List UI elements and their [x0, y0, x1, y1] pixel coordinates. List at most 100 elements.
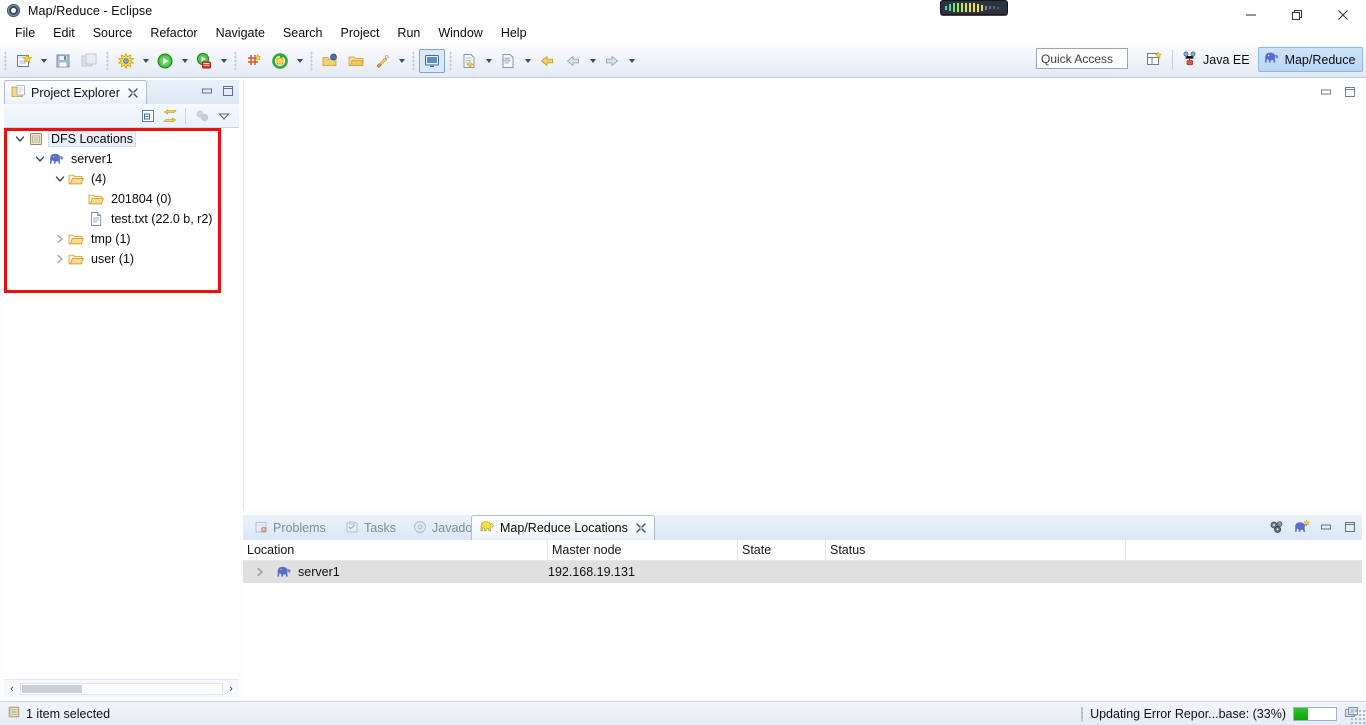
editor-maximize-button[interactable]: [1340, 83, 1359, 101]
eclipse-window: Map/Reduce - Eclipse File Edit Source Re…: [0, 0, 1366, 725]
menu-search[interactable]: Search: [274, 24, 332, 42]
terminal-icon[interactable]: [419, 48, 445, 73]
run-server-dropdown-arrow[interactable]: [217, 49, 230, 73]
chevron-right-icon[interactable]: [52, 231, 68, 247]
column-master-node[interactable]: Master node: [548, 540, 738, 560]
menu-run[interactable]: Run: [388, 24, 429, 42]
back-icon[interactable]: [534, 49, 560, 73]
new-wizard-dropdown-arrow[interactable]: [37, 49, 50, 73]
perspective-java-ee[interactable]: Java EE: [1177, 47, 1258, 72]
tree-item-dfs-locations[interactable]: DFS Locations: [12, 129, 136, 149]
open-type-icon[interactable]: [317, 49, 343, 73]
tree-item-test-txt[interactable]: test.txt (22.0 b, r2): [72, 209, 215, 229]
quick-fix-icon[interactable]: [369, 49, 395, 73]
debug-icon[interactable]: [113, 49, 139, 73]
file-icon: [88, 211, 104, 227]
run-dropdown-arrow[interactable]: [178, 49, 191, 73]
chevron-right-icon[interactable]: [52, 251, 68, 267]
close-icon[interactable]: [127, 87, 139, 99]
row-twisty[interactable]: [255, 567, 265, 577]
tree-label-server1: server1: [71, 152, 113, 166]
title-bar: Map/Reduce - Eclipse: [0, 0, 1366, 22]
run-icon[interactable]: [152, 49, 178, 73]
tree-item-201804[interactable]: 201804 (0): [72, 189, 174, 209]
menu-project[interactable]: Project: [332, 24, 389, 42]
menu-window[interactable]: Window: [429, 24, 491, 42]
bottom-minimize-button[interactable]: [1316, 518, 1335, 536]
new-wizard-icon[interactable]: [11, 49, 37, 73]
back-history-icon[interactable]: [560, 49, 586, 73]
chevron-down-icon[interactable]: [52, 171, 68, 187]
view-minimize-button[interactable]: [197, 82, 216, 100]
run-server-icon[interactable]: [191, 49, 217, 73]
quick-access-input[interactable]: Quick Access: [1036, 48, 1128, 69]
window-title: Map/Reduce - Eclipse: [28, 4, 153, 18]
previous-annotation-dropdown-arrow[interactable]: [521, 49, 534, 73]
chevron-right-icon[interactable]: ›: [223, 681, 239, 696]
toolbar-grip-2[interactable]: [106, 50, 109, 71]
forward-dropdown-arrow[interactable]: [625, 49, 638, 73]
tree-item-root-folder[interactable]: (4): [52, 169, 109, 189]
perspective-map-reduce[interactable]: Map/Reduce: [1257, 47, 1364, 72]
column-status[interactable]: Status: [826, 540, 1126, 560]
save-all-icon[interactable]: [76, 49, 102, 73]
toolbar-grip-4[interactable]: [310, 50, 313, 71]
tab-project-explorer[interactable]: Project Explorer: [4, 80, 147, 104]
menu-edit[interactable]: Edit: [44, 24, 84, 42]
open-task-icon[interactable]: [343, 49, 369, 73]
chevron-down-icon[interactable]: [12, 131, 28, 147]
tree-label-test-txt: test.txt (22.0 b, r2): [111, 212, 213, 226]
menu-file[interactable]: File: [6, 24, 44, 42]
table-row-server1[interactable]: server1 192.168.19.131: [243, 561, 1362, 583]
view-maximize-button[interactable]: [218, 82, 237, 100]
link-with-editor-button[interactable]: [160, 107, 179, 125]
toolbar-grip-5[interactable]: [412, 50, 415, 71]
collapse-all-button[interactable]: [138, 107, 157, 125]
close-icon[interactable]: [635, 522, 647, 534]
tab-map-reduce-locations[interactable]: Map/Reduce Locations: [471, 515, 655, 540]
save-icon[interactable]: [50, 49, 76, 73]
focus-task-button[interactable]: [192, 107, 211, 125]
tab-problems[interactable]: Problems: [247, 516, 333, 540]
new-java-class-icon[interactable]: [241, 49, 267, 73]
menu-refactor[interactable]: Refactor: [141, 24, 206, 42]
debug-dropdown-arrow[interactable]: [139, 49, 152, 73]
tree-item-user[interactable]: user (1): [52, 249, 137, 269]
quick-fix-dropdown-arrow[interactable]: [395, 49, 408, 73]
external-tools-dropdown-arrow[interactable]: [293, 49, 306, 73]
tree-label-user: user (1): [91, 252, 135, 266]
chevron-down-icon[interactable]: [32, 151, 48, 167]
tab-tasks-label: Tasks: [364, 521, 396, 535]
menu-help[interactable]: Help: [492, 24, 536, 42]
back-dropdown-arrow[interactable]: [586, 49, 599, 73]
status-separator: [1081, 706, 1084, 721]
next-annotation-icon[interactable]: [456, 49, 482, 73]
toolbar-grip-6[interactable]: [449, 50, 452, 71]
column-location[interactable]: Location: [243, 540, 548, 560]
resize-grip[interactable]: [1350, 709, 1366, 725]
scrollbar-thumb[interactable]: [22, 684, 82, 693]
previous-annotation-icon[interactable]: [495, 49, 521, 73]
open-perspective-icon[interactable]: [1140, 47, 1168, 72]
tab-tasks[interactable]: Tasks: [338, 516, 403, 540]
forward-icon[interactable]: [599, 49, 625, 73]
edit-locations-button[interactable]: [1268, 518, 1287, 536]
equalizer-overlay-badge: [940, 0, 1008, 15]
editor-minimize-button[interactable]: [1316, 83, 1335, 101]
toolbar-grip-3[interactable]: [234, 50, 237, 71]
tree-item-tmp[interactable]: tmp (1): [52, 229, 134, 249]
scrollbar-track[interactable]: [20, 682, 223, 695]
view-menu-button[interactable]: [214, 107, 233, 125]
project-explorer-tree[interactable]: DFS Locations server1 (4) 201804 (0) tes…: [4, 129, 239, 677]
menu-source[interactable]: Source: [84, 24, 142, 42]
new-hadoop-location-button[interactable]: [1292, 518, 1311, 536]
chevron-left-icon[interactable]: ‹: [4, 681, 20, 696]
external-tools-icon[interactable]: [267, 49, 293, 73]
next-annotation-dropdown-arrow[interactable]: [482, 49, 495, 73]
column-state[interactable]: State: [738, 540, 826, 560]
menu-navigate[interactable]: Navigate: [207, 24, 274, 42]
toolbar-grip[interactable]: [4, 50, 7, 71]
bottom-maximize-button[interactable]: [1340, 518, 1359, 536]
project-explorer-horizontal-scrollbar[interactable]: ‹ ›: [4, 679, 239, 697]
tree-item-server1[interactable]: server1: [32, 149, 116, 169]
